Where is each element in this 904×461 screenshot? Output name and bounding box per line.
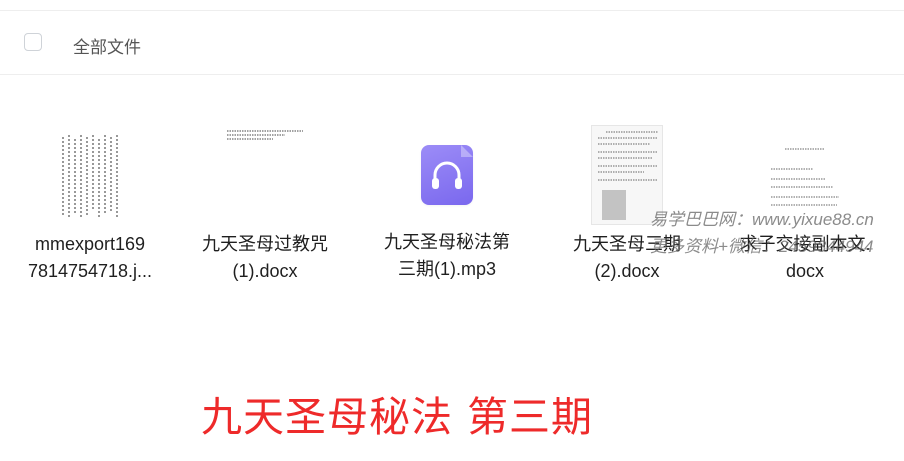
file-item[interactable]: 九天圣母秘法第 三期(1).mp3 <box>372 125 522 283</box>
image-thumbnail <box>59 125 121 225</box>
file-list-header: 全部文件 <box>0 11 904 75</box>
select-all-checkbox[interactable] <box>24 33 42 51</box>
file-item[interactable]: 求子交接副本文. docx <box>730 125 880 285</box>
file-item[interactable]: 九天圣母三期 (2).docx <box>552 125 702 285</box>
headphones-icon <box>421 145 473 205</box>
docx-thumbnail <box>223 125 307 225</box>
watermark-text: 易学巴巴网：www.yixue88.cn 更多资料+微信：2459344944 <box>650 210 874 256</box>
header-title: 全部文件 <box>73 38 141 57</box>
audio-file-thumbnail <box>407 125 487 225</box>
file-name: mmexport169 7814754718.j... <box>27 234 153 281</box>
file-item[interactable]: mmexport169 7814754718.j... <box>15 125 165 285</box>
file-name: 九天圣母秘法第 三期(1).mp3 <box>384 232 510 279</box>
file-name: 九天圣母过教咒 (1).docx <box>202 234 328 281</box>
banner-title: 九天圣母秘法 第三期 <box>201 393 594 441</box>
file-item[interactable]: 九天圣母过教咒 (1).docx <box>190 125 340 285</box>
